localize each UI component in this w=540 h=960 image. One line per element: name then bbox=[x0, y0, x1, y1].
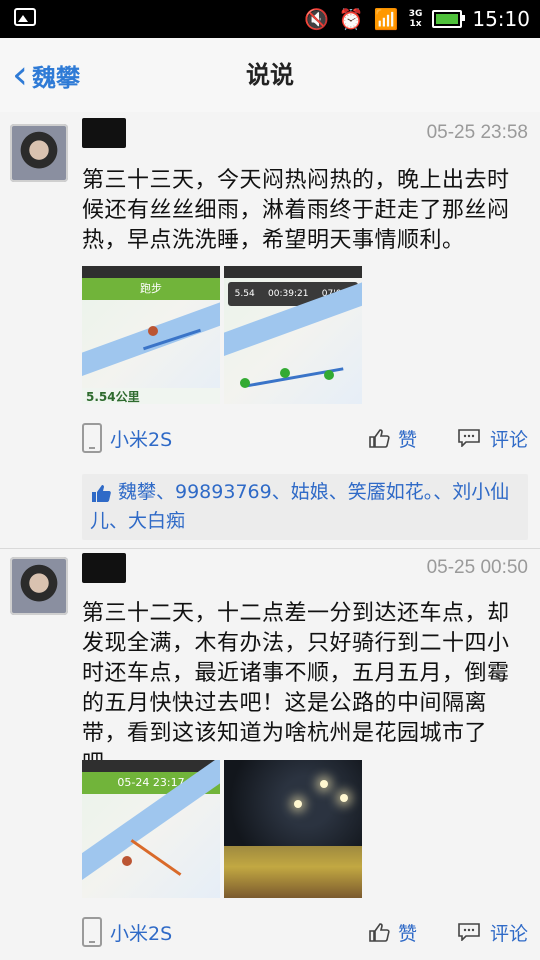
comment-icon bbox=[458, 429, 480, 447]
post-2: 05-25 00:50 第三十二天，十二点差一分到达还车点，却发现全满，木有办法… bbox=[0, 549, 540, 960]
map-pin-icon bbox=[280, 368, 290, 378]
like-button[interactable]: 赞 bbox=[368, 418, 417, 458]
thumbs-up-icon bbox=[369, 429, 390, 448]
post-image-2[interactable] bbox=[224, 760, 362, 898]
like-button[interactable]: 赞 bbox=[368, 912, 417, 952]
post-text: 第三十三天，今天闷热闷热的，晚上出去时候还有丝丝细雨，淋着雨终于赶走了那丝闷热，… bbox=[82, 168, 510, 253]
comment-button[interactable]: 评论 bbox=[458, 912, 528, 952]
status-time: 15:10 bbox=[472, 7, 530, 31]
likes-list: 魏攀、99893769、姑娘、笑靥如花。、刘小仙儿、大白痴 bbox=[82, 474, 528, 540]
comment-icon bbox=[458, 923, 480, 941]
thumbs-up-icon bbox=[92, 484, 111, 502]
map-pin-icon bbox=[324, 370, 334, 380]
page-title: 说说 bbox=[246, 61, 294, 89]
phone-icon bbox=[82, 917, 102, 947]
avatar[interactable] bbox=[10, 124, 68, 182]
comment-button[interactable]: 评论 bbox=[458, 418, 528, 458]
gallery-notification-icon bbox=[14, 8, 36, 26]
post-actions: 小米2S 赞 评论 bbox=[82, 912, 528, 952]
map-title: 跑步 bbox=[140, 282, 162, 295]
map-pin-icon bbox=[122, 856, 132, 866]
alarm-icon: ⏰ bbox=[338, 7, 364, 31]
status-bar: 🔇 ⏰ 📶 3G 1x 15:10 bbox=[0, 0, 540, 38]
map-pin-icon bbox=[240, 378, 250, 388]
device-label: 小米2S bbox=[82, 912, 172, 952]
post-text: 第三十二天，十二点差一分到达还车点，却发现全满，木有办法，只好骑行到二十四小时还… bbox=[82, 601, 510, 776]
battery-icon bbox=[432, 10, 466, 28]
post-time: 05-25 23:58 bbox=[426, 122, 528, 143]
mute-icon: 🔇 bbox=[303, 7, 329, 31]
username-redacted bbox=[82, 118, 126, 148]
post-time: 05-25 00:50 bbox=[426, 557, 528, 578]
post-1: 05-25 23:58 第三十三天，今天闷热闷热的，晚上出去时候还有丝丝细雨，淋… bbox=[0, 112, 540, 548]
title-bar: ‹ 魏攀 说说 bbox=[0, 38, 540, 113]
status-icons: 🔇 ⏰ 📶 3G 1x 15:10 bbox=[304, 0, 530, 38]
distance-label: 5.54公里 bbox=[82, 388, 220, 404]
post-image-1[interactable]: 跑步 5.54公里 bbox=[82, 266, 220, 404]
device-label: 小米2S bbox=[82, 418, 172, 458]
post-image-1[interactable]: 05-24 23:17 bbox=[82, 760, 220, 898]
avatar[interactable] bbox=[10, 557, 68, 615]
post-actions: 小米2S 赞 评论 bbox=[82, 418, 528, 458]
network-indicator: 3G 1x bbox=[408, 9, 423, 29]
thumbs-up-icon bbox=[369, 923, 390, 942]
wifi-icon: 📶 bbox=[373, 7, 399, 31]
likes-text[interactable]: 魏攀、99893769、姑娘、笑靥如花。、刘小仙儿、大白痴 bbox=[90, 481, 509, 532]
map-pin-icon bbox=[148, 326, 158, 336]
username-redacted bbox=[82, 553, 126, 583]
phone-icon bbox=[82, 423, 102, 453]
post-image-2[interactable]: 5.54 00:39:21 07'06" bbox=[224, 266, 362, 404]
